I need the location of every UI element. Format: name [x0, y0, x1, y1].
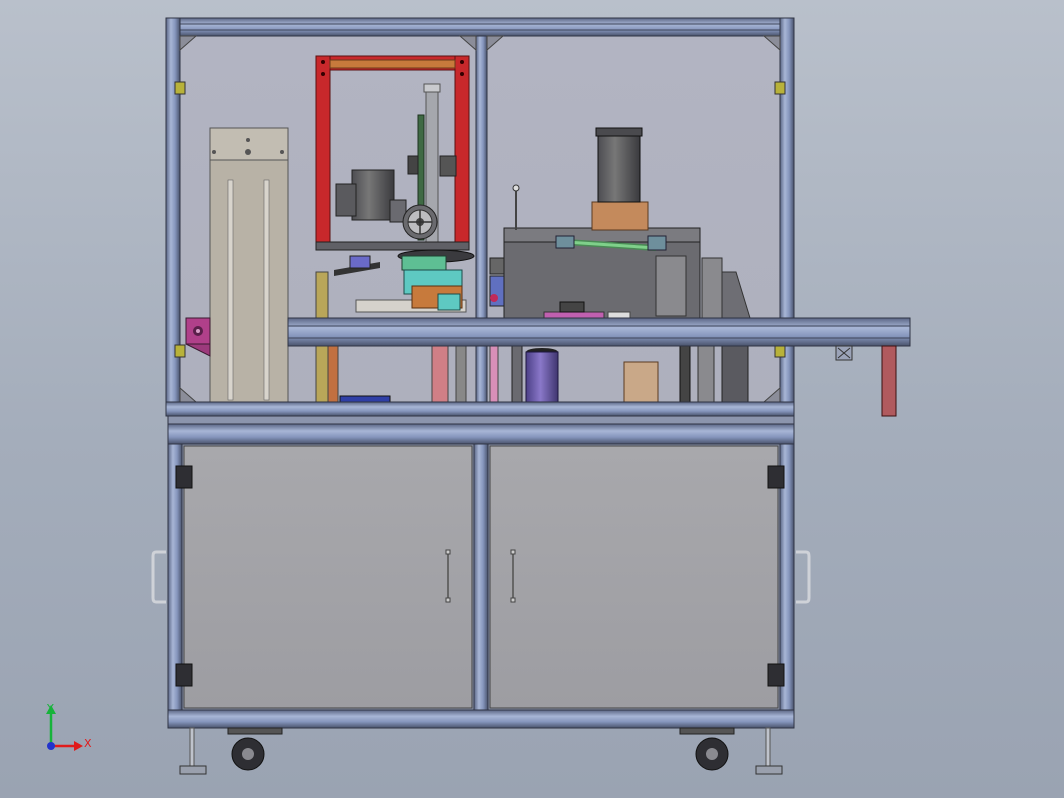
x-axis-label: X	[84, 737, 92, 750]
cabinet-door-left[interactable]	[183, 445, 473, 709]
hinge	[174, 81, 186, 95]
caster-right	[679, 727, 735, 771]
left-vertical-column[interactable]	[209, 127, 289, 403]
cabinet-door-right[interactable]	[489, 445, 779, 709]
handwheel[interactable]	[402, 204, 438, 240]
top-beam	[165, 17, 795, 37]
side-handle-left[interactable]	[151, 550, 166, 604]
hinge	[774, 344, 786, 358]
leveling-foot-left	[179, 727, 207, 775]
z-axis-dot	[47, 742, 55, 750]
side-handle-right[interactable]	[796, 550, 811, 604]
y-axis-label: Y	[46, 702, 54, 715]
leveling-foot-right	[755, 727, 783, 775]
middle-deck	[165, 401, 795, 445]
post-mid	[475, 35, 488, 403]
cabinet-bottom-beam	[167, 709, 795, 729]
x-axis-arrowhead	[74, 741, 83, 751]
hinge	[774, 81, 786, 95]
caster-left	[227, 727, 283, 771]
cad-viewport[interactable]: Y X	[0, 0, 1064, 798]
hinge	[174, 344, 186, 358]
cabinet-post-mid	[473, 443, 489, 729]
axis-triad: Y X	[46, 702, 92, 751]
